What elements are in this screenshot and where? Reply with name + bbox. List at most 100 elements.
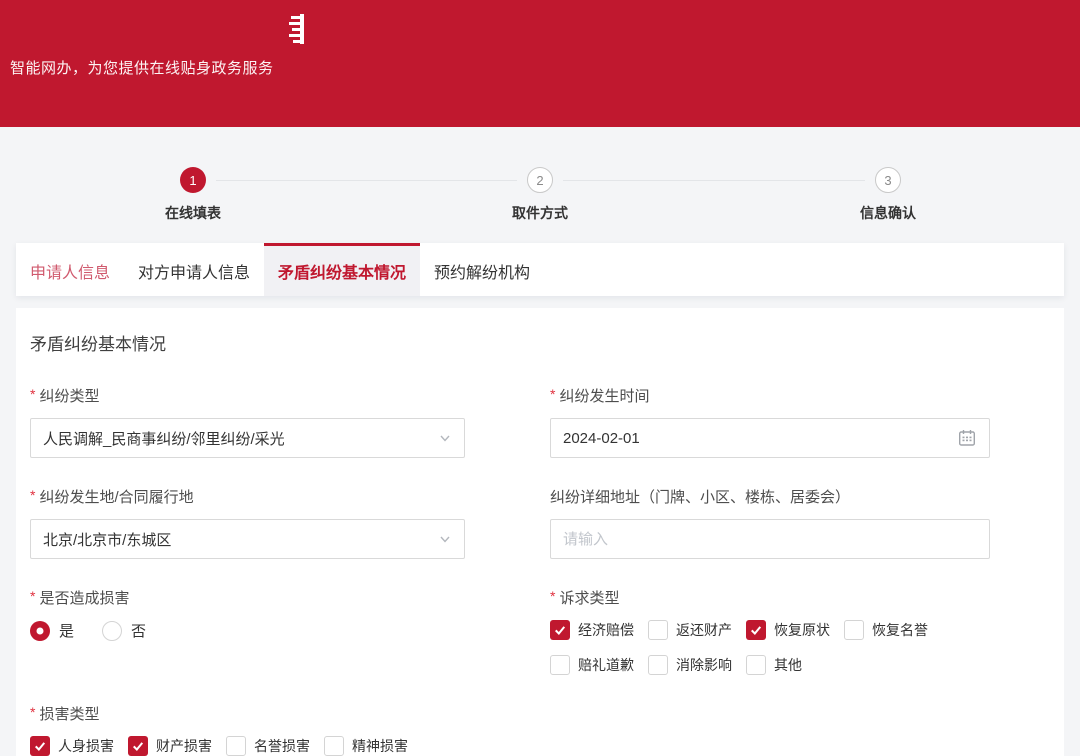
checkbox-eliminate-influence[interactable]: 消除影响	[648, 655, 732, 675]
checkbox-label: 财产损害	[156, 736, 212, 756]
field-damage-caused: * 是否造成损害 是 否	[30, 587, 465, 641]
field-label: * 纠纷发生时间	[550, 385, 990, 406]
field-label: 纠纷详细地址（门牌、小区、楼栋、居委会）	[550, 486, 990, 507]
checkbox-mental-damage[interactable]: 精神损害	[324, 736, 408, 756]
radio-no-label: 否	[131, 620, 146, 641]
header-tagline: 智能网办，为您提供在线贴身政务服务	[10, 57, 274, 78]
tab-counterparty-info[interactable]: 对方申请人信息	[124, 243, 264, 296]
tab-applicant-info[interactable]: 申请人信息	[16, 243, 124, 296]
field-label: * 损害类型	[30, 703, 465, 724]
field-label: * 纠纷发生地/合同履行地	[30, 486, 465, 507]
checkbox-label: 返还财产	[676, 620, 732, 640]
checkbox-property-damage[interactable]: 财产损害	[128, 736, 212, 756]
dispute-type-value: 人民调解_民商事纠纷/邻里纠纷/采光	[43, 428, 285, 449]
check-icon	[553, 623, 567, 637]
calendar-icon	[957, 428, 977, 448]
step-circle-3: 3	[875, 167, 901, 193]
checkbox-unchecked-icon	[226, 736, 246, 756]
required-asterisk: *	[550, 385, 555, 406]
checkbox-label: 恢复名誉	[872, 620, 928, 640]
dispute-type-label: 纠纷类型	[39, 385, 99, 406]
checkbox-unchecked-icon	[648, 620, 668, 640]
step-label-info-confirm: 信息确认	[860, 203, 916, 223]
damage-type-label: 损害类型	[39, 703, 99, 724]
logo-mark-icon	[288, 13, 308, 47]
step-connector	[216, 180, 517, 181]
radio-checked-icon	[30, 621, 50, 641]
checkbox-checked-icon	[128, 736, 148, 756]
radio-no[interactable]: 否	[102, 620, 146, 641]
checkbox-economic-compensation[interactable]: 经济赔偿	[550, 620, 634, 640]
tab-dispute-basic-info[interactable]: 矛盾纠纷基本情况	[264, 243, 420, 296]
checkbox-unchecked-icon	[550, 655, 570, 675]
radio-yes[interactable]: 是	[30, 620, 74, 641]
required-asterisk: *	[30, 587, 35, 608]
checkbox-checked-icon	[550, 620, 570, 640]
checkbox-label: 经济赔偿	[578, 620, 634, 640]
damage-caused-radio-group: 是 否	[30, 620, 465, 641]
section-title: 矛盾纠纷基本情况	[30, 330, 1050, 355]
progress-stepper: 1 2 3 在线填表 取件方式 信息确认	[0, 127, 1080, 243]
tab-reserve-resolution-org[interactable]: 预约解纷机构	[420, 243, 544, 296]
dispute-type-select[interactable]: 人民调解_民商事纠纷/邻里纠纷/采光	[30, 418, 465, 458]
app-header: 智能网办，为您提供在线贴身政务服务	[0, 0, 1080, 127]
dispute-address-label: 纠纷详细地址（门牌、小区、楼栋、居委会）	[550, 486, 850, 507]
dispute-place-label: 纠纷发生地/合同履行地	[39, 486, 193, 507]
radio-yes-label: 是	[59, 620, 74, 641]
step-connector	[563, 180, 865, 181]
required-asterisk: *	[30, 486, 35, 507]
checkbox-label: 恢复原状	[774, 620, 830, 640]
checkbox-label: 其他	[774, 655, 802, 675]
checkbox-unchecked-icon	[746, 655, 766, 675]
field-dispute-time: * 纠纷发生时间 2024-02-01	[550, 385, 990, 458]
checkbox-label: 消除影响	[676, 655, 732, 675]
checkbox-return-property[interactable]: 返还财产	[648, 620, 732, 640]
step-circle-2: 2	[527, 167, 553, 193]
checkbox-other[interactable]: 其他	[746, 655, 802, 675]
chevron-down-icon	[438, 532, 452, 546]
damage-type-checkbox-group: 人身损害 财产损害 名誉损害 精神损害	[30, 736, 465, 756]
step-circle-1: 1	[180, 167, 206, 193]
check-icon	[131, 739, 145, 753]
dispute-place-value: 北京/北京市/东城区	[43, 529, 171, 550]
required-asterisk: *	[30, 385, 35, 406]
field-label: * 诉求类型	[550, 587, 990, 608]
checkbox-unchecked-icon	[844, 620, 864, 640]
dispute-time-value: 2024-02-01	[563, 430, 640, 447]
check-icon	[33, 739, 47, 753]
checkbox-unchecked-icon	[648, 655, 668, 675]
checkbox-checked-icon	[30, 736, 50, 756]
checkbox-personal-injury[interactable]: 人身损害	[30, 736, 114, 756]
step-label-online-form: 在线填表	[165, 203, 221, 223]
damage-caused-label: 是否造成损害	[39, 587, 129, 608]
form-grid: * 纠纷类型 人民调解_民商事纠纷/邻里纠纷/采光 * 纠纷发生时间 2024	[30, 385, 1050, 756]
checkbox-label: 人身损害	[58, 736, 114, 756]
chevron-down-icon	[438, 431, 452, 445]
claim-type-label: 诉求类型	[559, 587, 619, 608]
field-dispute-type: * 纠纷类型 人民调解_民商事纠纷/邻里纠纷/采光	[30, 385, 465, 458]
field-label: * 是否造成损害	[30, 587, 465, 608]
dispute-time-picker[interactable]: 2024-02-01	[550, 418, 990, 458]
checkbox-unchecked-icon	[324, 736, 344, 756]
field-dispute-place: * 纠纷发生地/合同履行地 北京/北京市/东城区	[30, 486, 465, 559]
field-label: * 纠纷类型	[30, 385, 465, 406]
checkbox-formal-apology[interactable]: 赔礼道歉	[550, 655, 634, 675]
checkbox-label: 赔礼道歉	[578, 655, 634, 675]
checkbox-restore-original-state[interactable]: 恢复原状	[746, 620, 830, 640]
field-damage-type: * 损害类型 人身损害 财产损害	[30, 703, 465, 756]
field-dispute-address: 纠纷详细地址（门牌、小区、楼栋、居委会）	[550, 486, 990, 559]
claim-type-checkbox-group: 经济赔偿 返还财产 恢复原状 恢复名誉	[550, 620, 990, 675]
checkbox-restore-reputation[interactable]: 恢复名誉	[844, 620, 928, 640]
step-label-pickup-method: 取件方式	[512, 203, 568, 223]
radio-unchecked-icon	[102, 621, 122, 641]
field-claim-type: * 诉求类型 经济赔偿 返还财产	[550, 587, 990, 675]
required-asterisk: *	[550, 587, 555, 608]
dispute-time-label: 纠纷发生时间	[559, 385, 649, 406]
check-icon	[749, 623, 763, 637]
page: 智能网办，为您提供在线贴身政务服务 1 2 3 在线填表 取件方式 信息确认 申…	[0, 0, 1080, 756]
dispute-basic-info-panel: 矛盾纠纷基本情况 * 纠纷类型 人民调解_民商事纠纷/邻里纠纷/采光 *	[16, 308, 1064, 756]
checkbox-reputation-damage[interactable]: 名誉损害	[226, 736, 310, 756]
dispute-address-input[interactable]	[563, 531, 977, 548]
checkbox-label: 名誉损害	[254, 736, 310, 756]
dispute-place-select[interactable]: 北京/北京市/东城区	[30, 519, 465, 559]
